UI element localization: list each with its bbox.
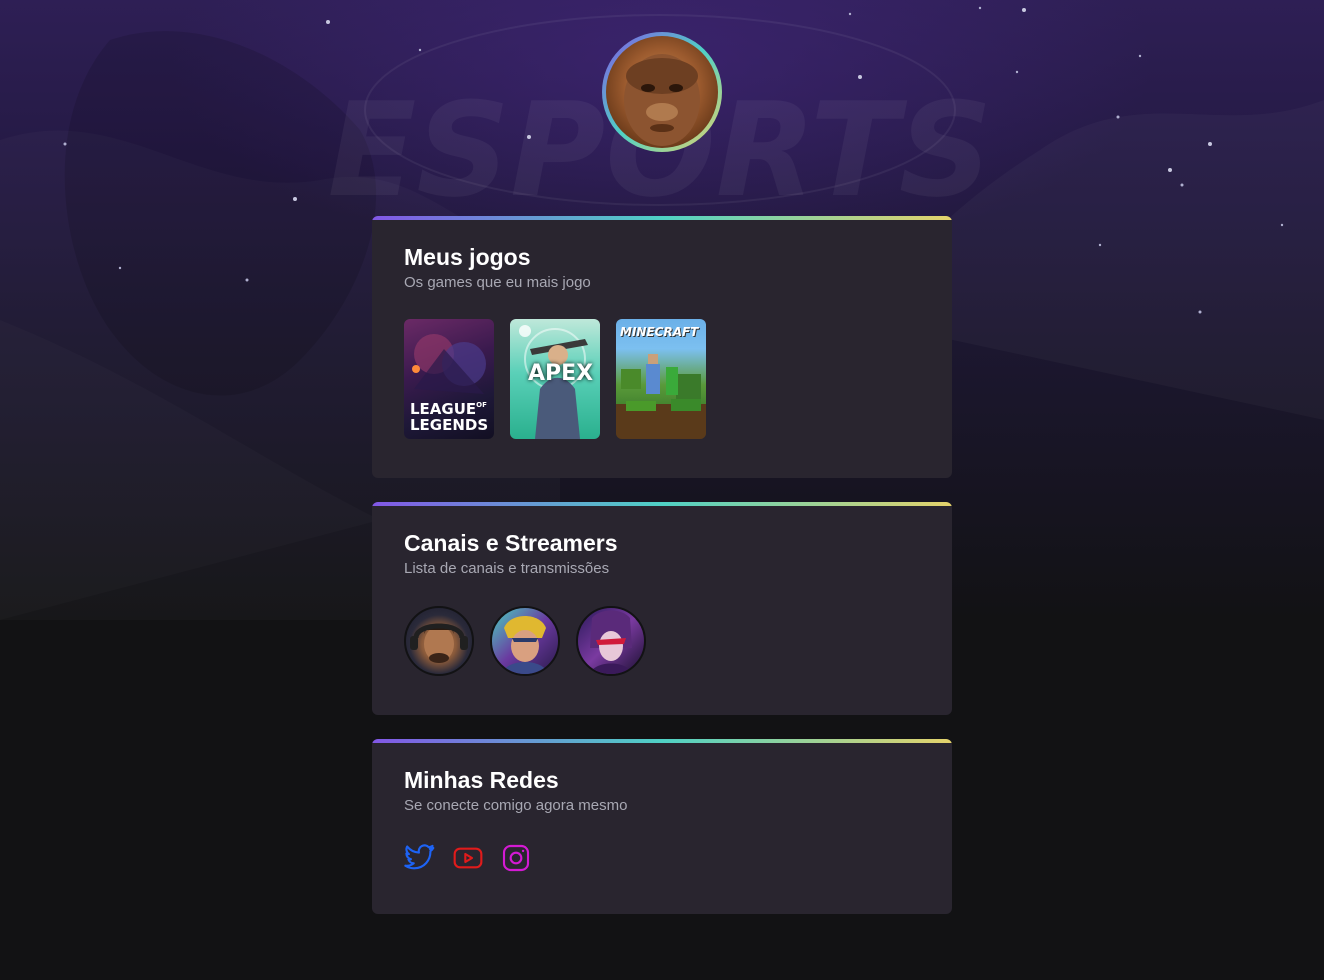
instagram-icon[interactable] (500, 842, 532, 874)
games-title: Meus jogos (404, 244, 531, 270)
socials-subtitle: Se conecte comigo agora mesmo (404, 797, 628, 814)
league-label-of: OF (476, 401, 487, 409)
streamer-avatar-2[interactable] (490, 606, 560, 676)
socials-card: Minhas Redes Se conecte comigo agora mes… (372, 739, 952, 914)
avatar-image (606, 36, 718, 148)
streamers-subtitle: Lista de canais e transmissões (404, 560, 610, 577)
profile-avatar[interactable] (602, 32, 722, 152)
minecraft-label: MINECRAFT (620, 325, 699, 339)
game-minecraft[interactable]: MINECRAFT (616, 319, 706, 439)
game-apex-legends[interactable]: APEX (510, 319, 600, 439)
apex-label: APEX (528, 361, 594, 386)
twitter-icon[interactable] (404, 842, 436, 874)
games-subtitle: Os games que eu mais jogo (404, 274, 591, 291)
streamer-avatar-1[interactable] (404, 606, 474, 676)
league-label-top: LEAGUEOF (410, 400, 487, 418)
streamers-title: Canais e Streamers (404, 530, 618, 556)
streamer-avatar-3[interactable] (576, 606, 646, 676)
socials-title: Minhas Redes (404, 767, 559, 793)
streamers-card: Canais e Streamers Lista de canais e tra… (372, 502, 952, 715)
games-card: Meus jogos Os games que eu mais jogo LEA… (372, 216, 952, 478)
league-label-bottom: LEGENDS (410, 416, 489, 434)
youtube-icon[interactable] (452, 842, 484, 874)
game-league-of-legends[interactable]: LEAGUEOF LEGENDS (404, 319, 494, 439)
